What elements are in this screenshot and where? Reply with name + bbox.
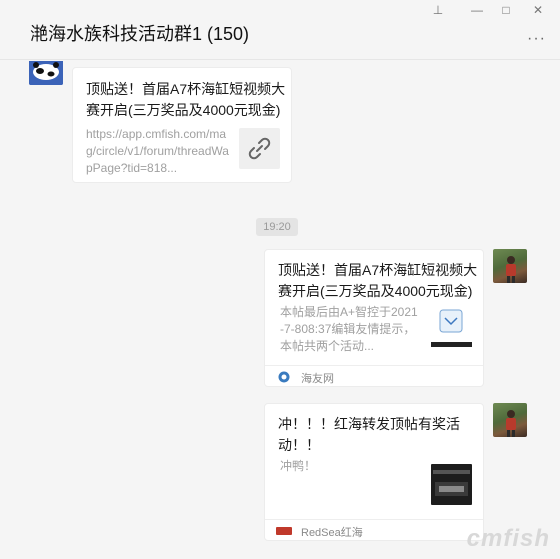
link-card-title: 冲！！！红海转发顶帖有奖活动！！	[278, 416, 460, 453]
link-card[interactable]: 顶贴送！首届A7杯海缸短视频大赛开启(三万奖品及4000元现金) https:/…	[72, 67, 292, 183]
minimize-button[interactable]: —	[467, 3, 487, 17]
link-card-description: 本帖最后由A+智控于2021-7-808:37编辑友情提示，本帖共两个活动...	[280, 305, 418, 353]
chat-title: 滟海水族科技活动群1 (150)	[30, 24, 250, 44]
chat-message-list[interactable]: 顶贴送！首届A7杯海缸短视频大赛开启(三万奖品及4000元现金) https:/…	[0, 61, 560, 559]
link-card-source-name: RedSea红海	[301, 527, 363, 539]
link-card[interactable]: 顶贴送！首届A7杯海缸短视频大赛开启(三万奖品及4000元现金) 本帖最后由A+…	[264, 249, 484, 387]
site-logo-icon	[278, 371, 290, 383]
link-thumbnail	[431, 306, 472, 347]
maximize-button[interactable]: □	[496, 3, 516, 17]
cow-avatar-icon	[29, 61, 63, 85]
link-card-title: 顶贴送！首届A7杯海缸短视频大赛开启(三万奖品及4000元现金)	[86, 81, 286, 118]
link-thumbnail	[239, 128, 280, 169]
person-avatar-icon	[506, 256, 516, 283]
pin-button[interactable]: ⊥	[428, 3, 448, 17]
link-card-url: https://app.cmfish.com/mag/circle/v1/for…	[86, 127, 229, 175]
link-card[interactable]: 冲！！！红海转发顶帖有奖活动！！ 冲鸭！ RedSea红海	[264, 403, 484, 541]
my-avatar[interactable]	[493, 403, 527, 437]
my-avatar[interactable]	[493, 249, 527, 283]
link-card-description: 冲鸭！	[280, 459, 317, 473]
aquarium-thumbnail-icon	[433, 470, 470, 496]
link-card-title: 顶贴送！首届A7杯海缸短视频大赛开启(三万奖品及4000元现金)	[278, 262, 478, 299]
title-bar: 滟海水族科技活动群1 (150) ⊥ — □ ✕ ···	[0, 0, 560, 60]
watermark-logo: cmfish	[466, 525, 550, 552]
redsea-logo-icon	[276, 527, 292, 535]
sender-avatar[interactable]	[29, 61, 63, 85]
close-button[interactable]: ✕	[528, 3, 548, 17]
message-timestamp: 19:20	[256, 218, 298, 236]
more-options-icon[interactable]: ···	[527, 30, 546, 48]
link-thumbnail	[431, 464, 472, 505]
link-card-source: 海友网	[265, 365, 483, 387]
link-icon	[248, 137, 271, 160]
person-avatar-icon	[506, 410, 516, 437]
link-card-source: RedSea红海	[265, 519, 483, 541]
link-card-source-name: 海友网	[301, 373, 334, 385]
device-thumbnail-icon	[431, 309, 472, 347]
